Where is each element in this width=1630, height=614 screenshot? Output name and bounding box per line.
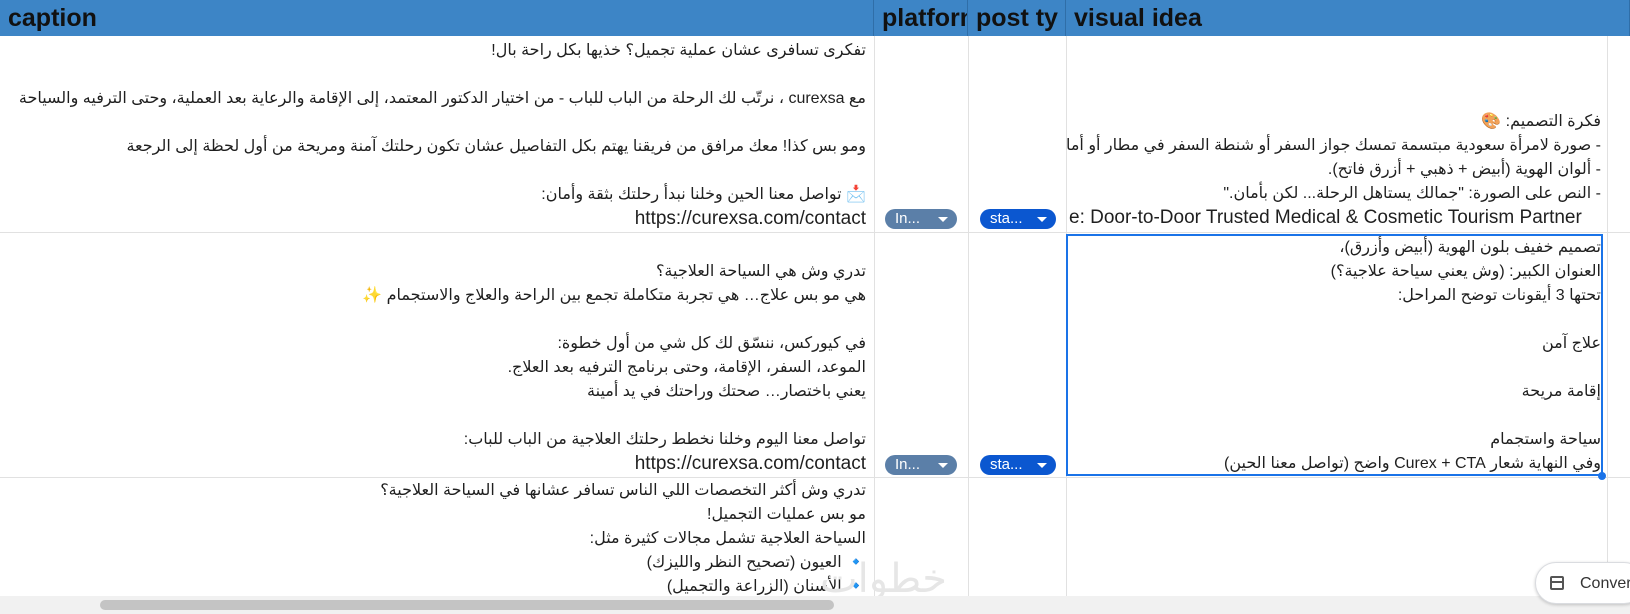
visual-line: فكرة التصميم: 🎨: [1481, 113, 1601, 130]
table-icon: [1550, 576, 1564, 590]
caption-line: يعني باختصار… صحتك وراحتك في يد أمينة: [587, 383, 866, 400]
post-type-dropdown-chip[interactable]: sta...: [980, 209, 1056, 229]
caption-line: [0, 308, 872, 332]
dropdown-arrow-icon: [938, 463, 948, 468]
post-type-value: sta...: [990, 456, 1023, 473]
caption-line: تواصل معنا اليوم وخلنا نخطط رحلتك العلاج…: [463, 431, 866, 448]
column-header-row: caption platforn post ty visual idea: [0, 0, 1630, 36]
dropdown-arrow-icon: [938, 217, 948, 222]
caption-line: الموعد، السفر، الإقامة، وحتى برنامج التر…: [507, 359, 866, 376]
post-type-value: sta...: [990, 210, 1023, 227]
visual-line: - النص على الصورة: "جمالك يستاهل الرحلة.…: [1223, 185, 1601, 202]
fill-handle[interactable]: [1598, 472, 1606, 480]
caption-line: [0, 63, 872, 87]
header-platform[interactable]: platforn: [874, 0, 968, 36]
row-1-caption-cell[interactable]: تفكرى تسافرى عشان عملية تجميل؟ خذيها بكل…: [0, 39, 872, 232]
caption-line: [0, 404, 872, 428]
caption-line: 📩 تواصل معنا الحين وخلنا نبدأ رحلتك بثقة…: [541, 186, 866, 203]
column-divider: [874, 36, 875, 596]
dropdown-arrow-icon: [1037, 463, 1047, 468]
platform-dropdown-chip[interactable]: In...: [885, 455, 957, 475]
row-2-caption-cell[interactable]: تدري وش هي السياحة العلاجية؟ هي مو بس عل…: [0, 260, 872, 476]
row-divider: [0, 477, 1630, 478]
caption-line: السياحة العلاجية تشمل مجالات كثيرة مثل:: [589, 530, 866, 547]
header-post-type[interactable]: post ty: [968, 0, 1066, 36]
row-divider: [0, 232, 1630, 233]
caption-line: 🔹 العيون (تصحيح النظر والليزك): [646, 554, 866, 571]
visual-line: - صورة لامرأة سعودية مبتسمة تمسك جواز ال…: [1067, 137, 1601, 154]
header-caption[interactable]: caption: [0, 0, 874, 36]
caption-line: تفكرى تسافرى عشان عملية تجميل؟ خذيها بكل…: [491, 42, 866, 59]
header-visual-idea[interactable]: visual idea: [1066, 0, 1630, 36]
column-divider: [968, 36, 969, 596]
convert-to-table-button[interactable]: Convert: [1535, 562, 1630, 604]
scrollbar-thumb[interactable]: [100, 600, 834, 610]
caption-line: هي مو بس علاج… هي تجربة متكاملة تجمع بين…: [362, 287, 866, 304]
post-type-dropdown-chip[interactable]: sta...: [980, 455, 1056, 475]
row-1-visual-cell[interactable]: فكرة التصميم: 🎨 - صورة لامرأة سعودية مبت…: [1067, 110, 1603, 232]
caption-line: تدري وش هي السياحة العلاجية؟: [655, 263, 866, 280]
dropdown-arrow-icon: [1037, 217, 1047, 222]
platform-value: In...: [895, 210, 921, 227]
row-3-caption-cell[interactable]: تدري وش أكثر التخصصات اللي الناس تسافر ع…: [0, 479, 872, 596]
caption-line: [0, 159, 872, 183]
contact-link[interactable]: https://curexsa.com/contact: [635, 208, 866, 229]
platform-dropdown-chip[interactable]: In...: [885, 209, 957, 229]
column-divider: [1607, 36, 1608, 596]
caption-line: تدري وش أكثر التخصصات اللي الناس تسافر ع…: [380, 482, 866, 499]
selected-cell-outline: [1066, 234, 1603, 476]
convert-label: Convert: [1580, 575, 1630, 592]
caption-line: ومو بس كذا! معك مرافق من فريقنا يهتم بكل…: [126, 138, 866, 155]
caption-line: 🔹 الأسنان (الزراعة والتجميل): [666, 578, 866, 595]
platform-value: In...: [895, 456, 921, 473]
caption-line: مع curexsa ، نرتّب لك الرحلة من الباب لل…: [18, 90, 866, 107]
visual-tagline: e: Door-to-Door Trusted Medical & Cosmet…: [1069, 207, 1582, 228]
caption-line: مو بس عمليات التجميل!: [707, 506, 866, 523]
contact-link[interactable]: https://curexsa.com/contact: [635, 453, 866, 474]
caption-line: في كيوركس، ننسّق لك كل شي من أول خطوة:: [557, 335, 866, 352]
caption-line: [0, 111, 872, 135]
visual-line: - ألوان الهوية (أبيض + ذهبي + أزرق فاتح)…: [1327, 161, 1601, 178]
